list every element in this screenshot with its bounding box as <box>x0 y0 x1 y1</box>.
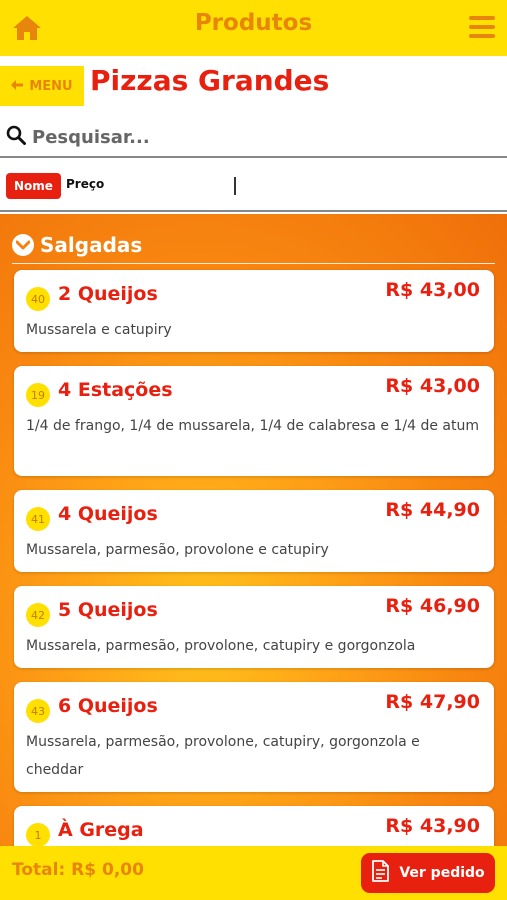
sort-by-price-button[interactable]: Preço <box>66 177 104 191</box>
bottom-bar: Total: R$ 0,00 Ver pedido <box>0 846 507 900</box>
sort-by-name-button[interactable]: Nome <box>6 173 61 199</box>
header-title: Produtos <box>194 10 313 36</box>
product-card[interactable]: 19 4 Estações R$ 43,00 1/4 de frango, 1/… <box>14 366 494 476</box>
product-name: 6 Queijos <box>58 695 158 717</box>
page-title: Pizzas Grandes <box>90 64 330 97</box>
category-name: Salgadas <box>40 232 143 257</box>
product-price: R$ 43,90 <box>385 815 480 837</box>
sort-divider <box>234 177 236 195</box>
sort-bar: Nome Preço <box>0 160 507 212</box>
product-card[interactable]: 1 À Grega R$ 43,90 <box>14 806 494 846</box>
product-code-badge: 43 <box>26 699 50 723</box>
product-code-badge: 1 <box>26 823 50 846</box>
product-description: Mussarela, parmesão, provolone, catupiry… <box>26 638 416 654</box>
product-name: À Grega <box>58 819 144 841</box>
search-input[interactable] <box>32 126 472 148</box>
top-bar: Produtos <box>0 0 507 56</box>
chevron-down-circle-icon <box>12 233 34 256</box>
product-card[interactable]: 43 6 Queijos R$ 47,90 Mussarela, parmesã… <box>14 682 494 792</box>
product-price: R$ 44,90 <box>385 499 480 521</box>
product-card[interactable]: 40 2 Queijos R$ 43,00 Mussarela e catupi… <box>14 270 494 352</box>
menu-back-button[interactable]: MENU <box>0 66 84 106</box>
product-card[interactable]: 42 5 Queijos R$ 46,90 Mussarela, parmesã… <box>14 586 494 668</box>
product-description: Mussarela e catupiry <box>26 322 172 338</box>
product-description: Mussarela, parmesão, provolone e catupir… <box>26 542 329 558</box>
product-code-badge: 41 <box>26 507 50 531</box>
product-name: 4 Estações <box>58 379 173 401</box>
product-code-badge: 42 <box>26 603 50 627</box>
view-order-label: Ver pedido <box>399 865 485 881</box>
menu-button-label: MENU <box>29 78 73 94</box>
product-list[interactable]: Salgadas 40 2 Queijos R$ 43,00 Mussarela… <box>0 214 507 846</box>
order-total: Total: R$ 0,00 <box>12 860 144 880</box>
document-icon <box>371 860 390 886</box>
product-price: R$ 43,00 <box>385 279 480 301</box>
product-name: 4 Queijos <box>58 503 158 525</box>
product-code-badge: 40 <box>26 287 50 311</box>
product-description: 1/4 de frango, 1/4 de mussarela, 1/4 de … <box>26 418 479 434</box>
product-price: R$ 46,90 <box>385 595 480 617</box>
hamburger-icon[interactable] <box>469 16 495 40</box>
view-order-button[interactable]: Ver pedido <box>361 853 495 893</box>
arrow-left-icon <box>11 79 24 94</box>
product-code-badge: 19 <box>26 383 50 407</box>
category-header[interactable]: Salgadas <box>12 226 495 264</box>
search-icon <box>6 125 26 149</box>
product-price: R$ 43,00 <box>385 375 480 397</box>
product-name: 5 Queijos <box>58 599 158 621</box>
product-name: 2 Queijos <box>58 283 158 305</box>
product-card[interactable]: 41 4 Queijos R$ 44,90 Mussarela, parmesã… <box>14 490 494 572</box>
search-bar <box>0 118 507 158</box>
product-price: R$ 47,90 <box>385 691 480 713</box>
product-description: Mussarela, parmesão, provolone, catupiry… <box>26 734 420 778</box>
